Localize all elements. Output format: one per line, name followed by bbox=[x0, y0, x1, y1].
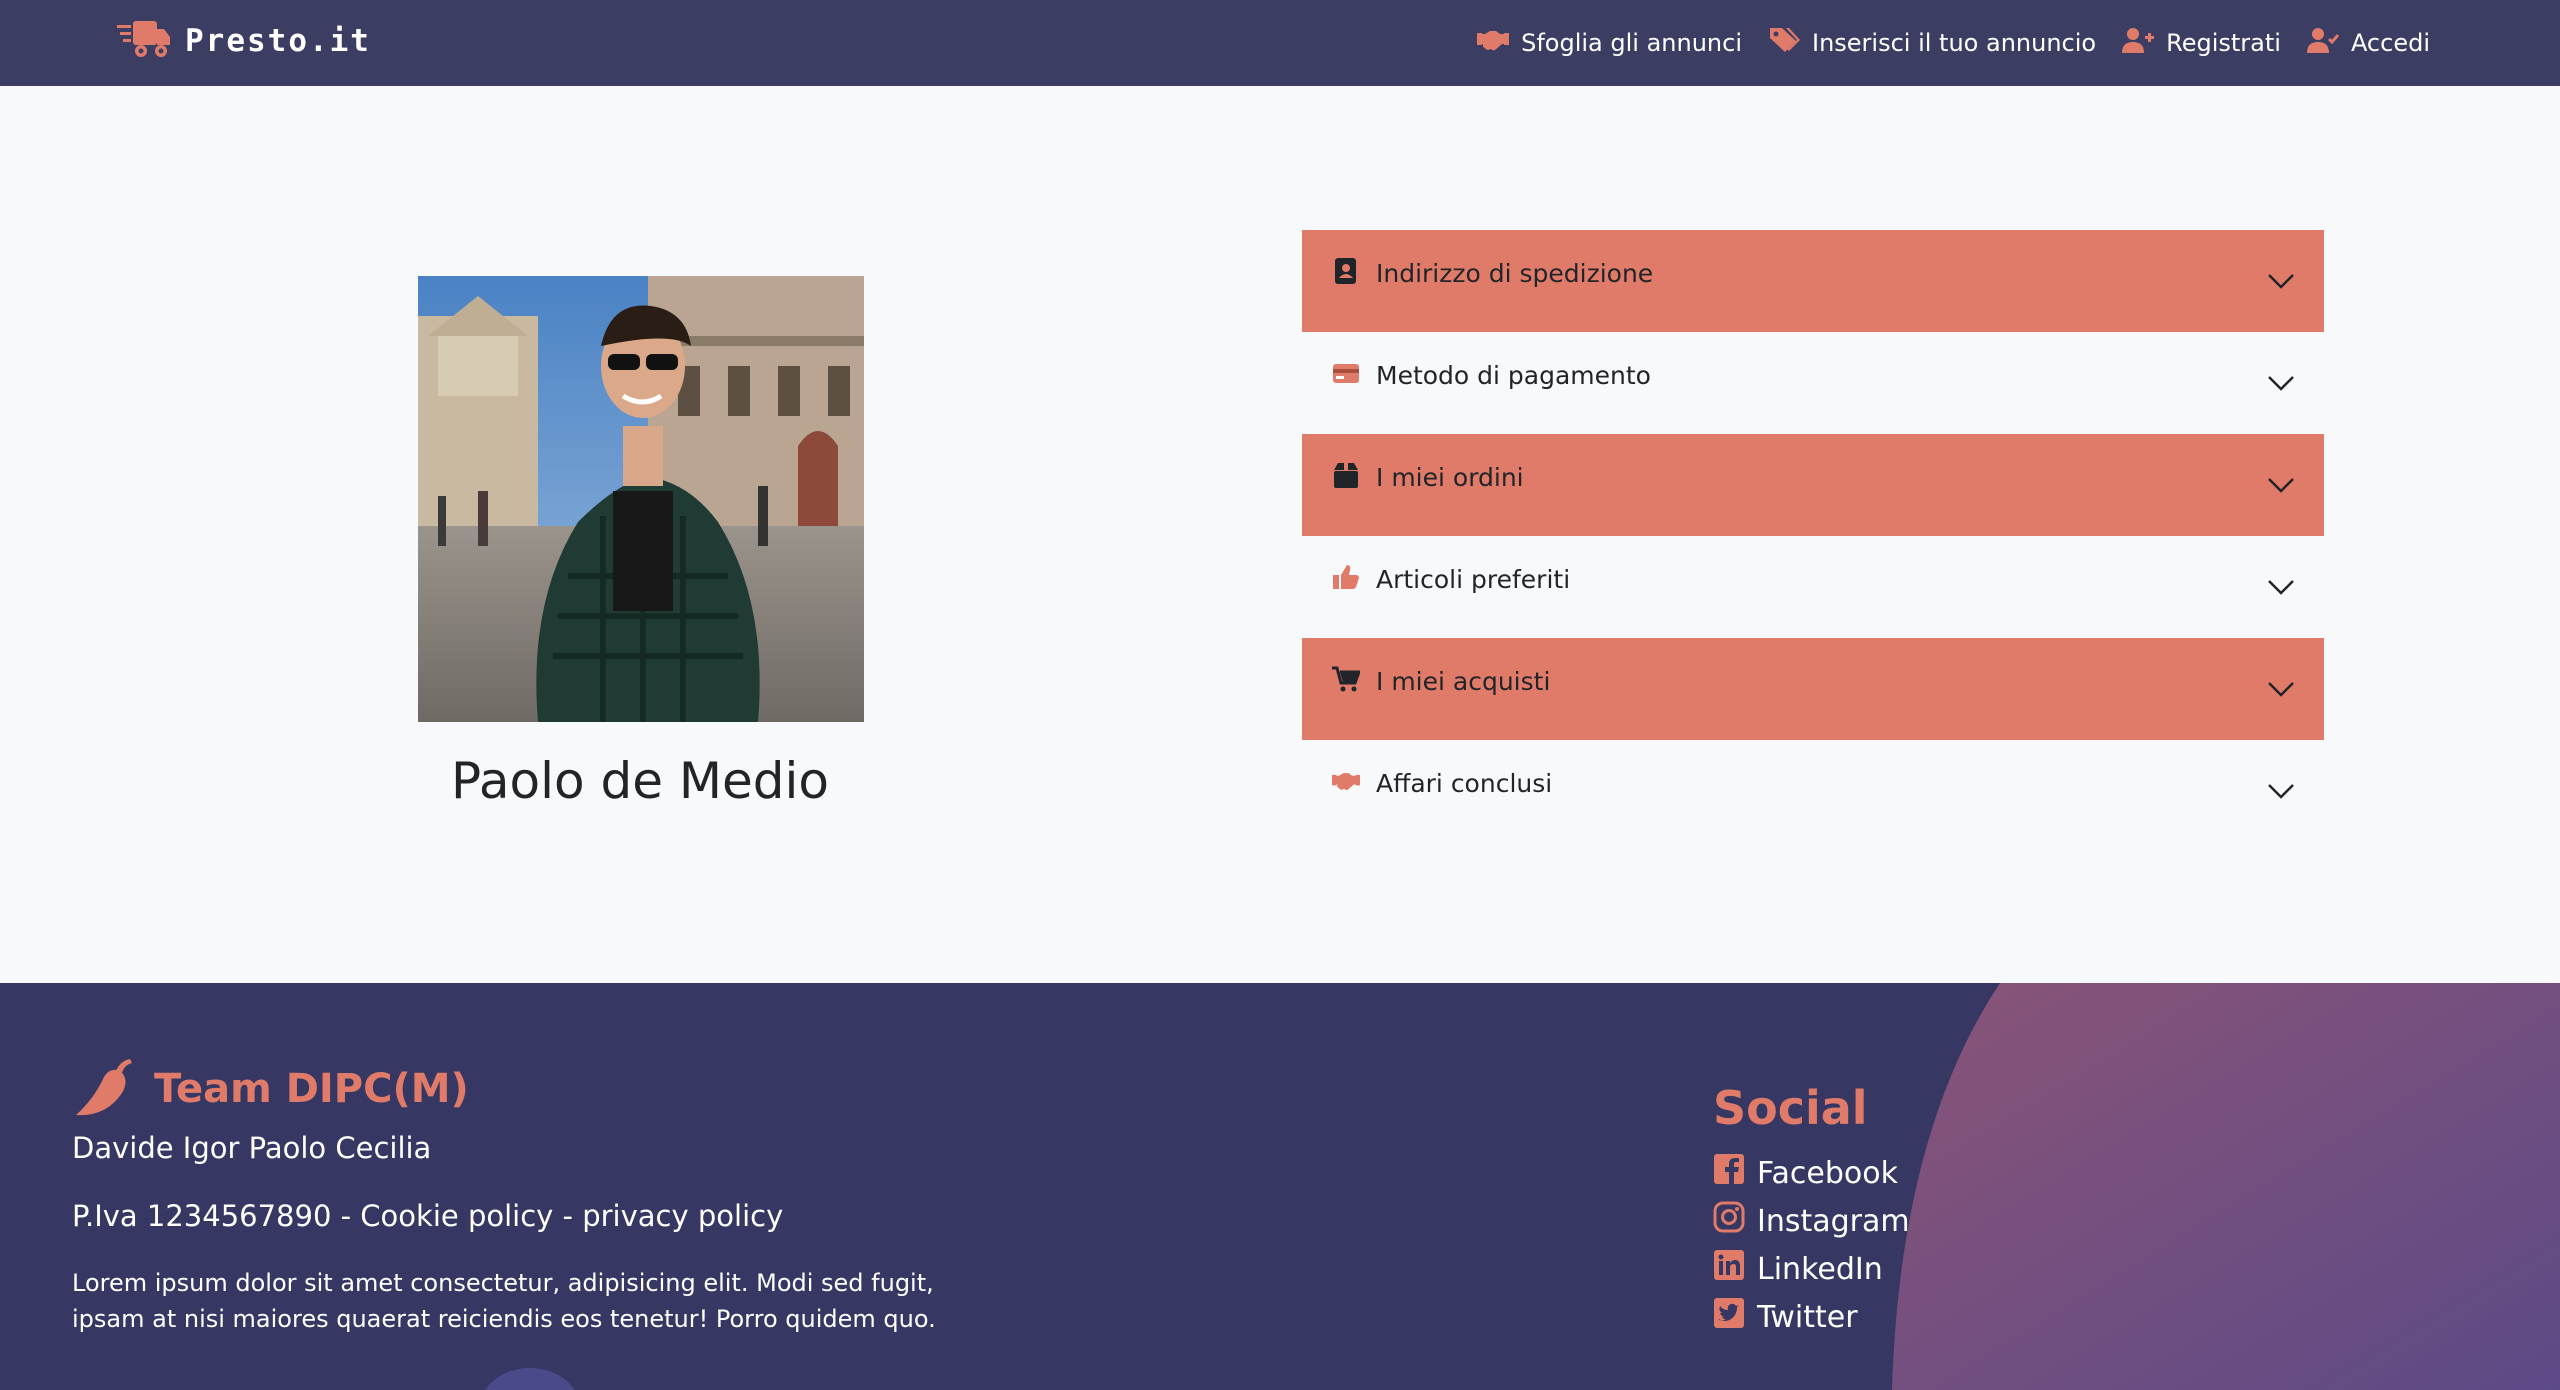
linkedin-icon bbox=[1713, 1249, 1745, 1289]
tags-icon bbox=[1768, 26, 1800, 60]
social-title: Social bbox=[1713, 1081, 1868, 1135]
chevron-down-icon bbox=[2266, 674, 2296, 704]
nav-link-label: Sfoglia gli annunci bbox=[1521, 29, 1742, 57]
nav-link-inserisci[interactable]: Inserisci il tuo annuncio bbox=[1768, 26, 2096, 60]
navbar: Presto.it Sfoglia gli annunci Inserisci … bbox=[0, 0, 2560, 86]
social-label: Instagram bbox=[1757, 1203, 1910, 1239]
accordion-item-payment-method[interactable]: Metodo di pagamento bbox=[1302, 332, 2324, 434]
accordion-item-my-purchases[interactable]: I miei acquisti bbox=[1302, 638, 2324, 740]
nav-link-label: Registrati bbox=[2166, 29, 2281, 57]
brand-name: Presto.it bbox=[185, 23, 371, 59]
accordion-label: Indirizzo di spedizione bbox=[1376, 258, 1654, 288]
profile-name: Paolo de Medio bbox=[450, 752, 830, 810]
accordion-label: Affari conclusi bbox=[1376, 768, 1553, 798]
profile-photo bbox=[418, 276, 864, 722]
accordion-label: I miei acquisti bbox=[1376, 666, 1551, 696]
team-brand: Team DIPC(M) bbox=[72, 1055, 469, 1123]
handshake-icon bbox=[1332, 767, 1360, 799]
team-members: Davide Igor Paolo Cecilia bbox=[72, 1131, 432, 1165]
nav-link-registrati[interactable]: Registrati bbox=[2122, 26, 2281, 60]
social-link-facebook[interactable]: Facebook bbox=[1713, 1149, 1910, 1197]
thumbs-up-icon bbox=[1332, 563, 1360, 595]
shopping-cart-icon bbox=[1332, 665, 1362, 697]
team-title: Team DIPC(M) bbox=[154, 1066, 469, 1112]
accordion-item-favorites[interactable]: Articoli preferiti bbox=[1302, 536, 2324, 638]
accordion-item-deals-closed[interactable]: Affari conclusi bbox=[1302, 740, 2324, 842]
accordion-item-my-orders[interactable]: I miei ordini bbox=[1302, 434, 2324, 536]
accordion-item-shipping-address[interactable]: Indirizzo di spedizione bbox=[1302, 230, 2324, 332]
chevron-down-icon bbox=[2266, 470, 2296, 500]
truck-fast-icon bbox=[117, 17, 171, 65]
social-label: Facebook bbox=[1757, 1155, 1898, 1191]
footer: Team DIPC(M) Davide Igor Paolo Cecilia P… bbox=[0, 983, 2560, 1390]
social-link-instagram[interactable]: Instagram bbox=[1713, 1197, 1910, 1245]
user-plus-icon bbox=[2122, 26, 2155, 60]
facebook-icon bbox=[1713, 1153, 1745, 1193]
footer-description: Lorem ipsum dolor sit amet consectetur, … bbox=[72, 1269, 936, 1333]
brand-logo[interactable]: Presto.it bbox=[117, 17, 371, 65]
nav-link-sfoglia[interactable]: Sfoglia gli annunci bbox=[1477, 26, 1742, 60]
credit-card-icon bbox=[1332, 359, 1360, 391]
accordion-label: Metodo di pagamento bbox=[1376, 360, 1651, 390]
chevron-down-icon bbox=[2266, 776, 2296, 806]
nav-link-label: Inserisci il tuo annuncio bbox=[1812, 29, 2097, 57]
chevron-down-icon bbox=[2266, 266, 2296, 296]
box-icon bbox=[1332, 461, 1360, 493]
social-label: Twitter bbox=[1757, 1299, 1858, 1335]
nav-links: Sfoglia gli annunci Inserisci il tuo ann… bbox=[1477, 0, 2430, 86]
address-book-icon bbox=[1332, 257, 1360, 289]
social-link-twitter[interactable]: Twitter bbox=[1713, 1293, 1910, 1341]
social-label: LinkedIn bbox=[1757, 1251, 1883, 1287]
account-accordion: Indirizzo di spedizione Metodo di pagame… bbox=[1302, 230, 2324, 842]
accordion-label: Articoli preferiti bbox=[1376, 564, 1571, 594]
nav-link-label: Accedi bbox=[2350, 29, 2430, 57]
chevron-down-icon bbox=[2266, 572, 2296, 602]
legal-links[interactable]: P.Iva 1234567890 - Cookie policy - priva… bbox=[72, 1199, 783, 1233]
twitter-icon bbox=[1713, 1297, 1745, 1337]
social-list: Facebook Instagram LinkedIn Twitter bbox=[1713, 1149, 1910, 1341]
pepper-icon bbox=[72, 1055, 136, 1123]
instagram-icon bbox=[1713, 1201, 1745, 1241]
social-link-linkedin[interactable]: LinkedIn bbox=[1713, 1245, 1910, 1293]
chevron-down-icon bbox=[2266, 368, 2296, 398]
nav-link-accedi[interactable]: Accedi bbox=[2306, 26, 2430, 60]
user-check-icon bbox=[2306, 26, 2340, 60]
accordion-label: I miei ordini bbox=[1376, 462, 1524, 492]
handshake-icon bbox=[1477, 26, 1510, 60]
